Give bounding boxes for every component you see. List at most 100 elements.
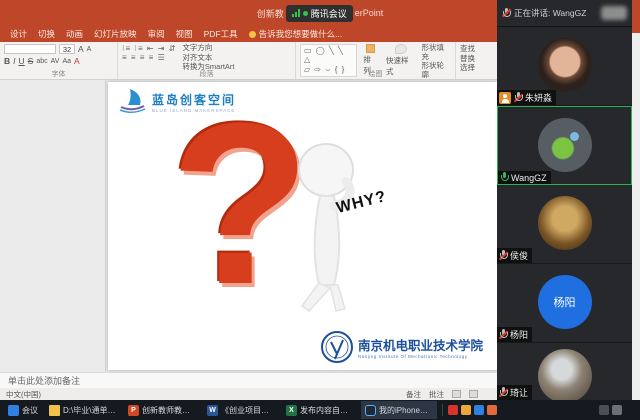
bold-button[interactable]: B: [4, 56, 10, 66]
tray-icon-amber[interactable]: [487, 405, 497, 415]
clear-formatting-button[interactable]: abc: [36, 58, 47, 65]
taskbar-item-label: 《创业项目计...: [221, 405, 275, 416]
change-case-button[interactable]: Aa: [62, 58, 71, 65]
tray-icon-orange[interactable]: [461, 405, 471, 415]
taskbar-divider: [442, 404, 443, 416]
tab-design[interactable]: 设计: [10, 28, 27, 40]
meeting-app-icon: [8, 405, 19, 416]
speaking-status-text: 正在讲话: WangGZ: [514, 7, 586, 19]
tray-icon-dim[interactable]: [612, 405, 622, 415]
tray-icon-red[interactable]: [448, 405, 458, 415]
blurred-controls: [601, 6, 627, 20]
window-right-scrollbar[interactable]: [632, 0, 640, 400]
lightbulb-icon: [249, 31, 256, 38]
school-name: 南京机电职业技术学院: [358, 335, 483, 354]
taskbar-item-powerpoint[interactable]: P 创新教师教师...: [124, 401, 200, 419]
italic-button[interactable]: I: [13, 56, 15, 66]
tab-pdf-tools[interactable]: PDF工具: [204, 28, 238, 40]
participant-name: 侯俊: [510, 249, 528, 262]
participant-tile[interactable]: 侯俊: [497, 185, 632, 264]
tab-transitions[interactable]: 切换: [38, 28, 55, 40]
muted-mic-icon: [499, 250, 507, 261]
participant-tile[interactable]: 琦让: [497, 343, 632, 400]
muted-mic-icon: [499, 387, 507, 398]
taskbar-item-word[interactable]: W 《创业项目计...: [203, 401, 279, 419]
shapes-row1-icons: ▭ ◯ ╲ ╲ △: [304, 46, 353, 64]
iphone-icon: [365, 405, 376, 416]
tencent-meeting-floating-widget[interactable]: 腾讯会议: [286, 5, 353, 22]
speaking-mic-icon: [500, 172, 508, 183]
slide-thumbnail-pane[interactable]: [0, 80, 106, 372]
taskbar-item-meeting[interactable]: 会议: [4, 401, 42, 419]
host-badge-icon: [499, 92, 511, 104]
tray-far-right: [599, 405, 622, 415]
tell-me-box[interactable]: 告诉我您想要做什么...: [249, 28, 343, 40]
powerpoint-icon: P: [128, 405, 139, 416]
participant-tile[interactable]: 朱妍淼: [497, 27, 632, 106]
taskbar-item-label: D:\毕业\通单组...: [63, 405, 117, 416]
signal-bars-icon: [292, 9, 300, 17]
blue-island-sail-icon: [118, 88, 148, 116]
language-indicator[interactable]: 中文(中国): [6, 389, 41, 400]
taskbar-item-folder[interactable]: D:\毕业\通单组...: [45, 401, 121, 419]
taskbar-item-label: 发布内容自查...: [300, 405, 354, 416]
tab-slideshow[interactable]: 幻灯片放映: [94, 28, 137, 40]
windows-taskbar: 会议 D:\毕业\通单组... P 创新教师教师... W 《创业项目计... …: [0, 400, 640, 420]
notes-toggle-button[interactable]: 备注: [406, 389, 421, 400]
tray-icon-blue[interactable]: [474, 405, 484, 415]
meeting-widget-label: 腾讯会议: [311, 7, 347, 20]
thinking-figure-graphic: [276, 140, 371, 315]
drawing-group: ▭ ◯ ╲ ╲ △ ▱ ⇨ ⌣ { } 排列 快速样式 形状填充 形状轮廓: [296, 42, 456, 79]
word-icon: W: [207, 405, 218, 416]
tab-animations[interactable]: 动画: [66, 28, 83, 40]
alignment-icons[interactable]: ≡ ≡ ≡ ≡ ☰: [122, 53, 166, 62]
font-size-combo[interactable]: 32: [59, 44, 75, 54]
text-direction-button[interactable]: 文字方向: [182, 44, 234, 53]
taskbar-item-excel[interactable]: X 发布内容自查...: [282, 401, 358, 419]
font-group: 32 A A B I U S abc AV Aa A 字体: [0, 42, 118, 79]
font-color-button[interactable]: A: [74, 56, 80, 66]
mic-active-dot-icon: [303, 11, 308, 16]
folder-icon: [49, 405, 60, 416]
comments-toggle-button[interactable]: 批注: [429, 389, 444, 400]
normal-view-icon[interactable]: [452, 390, 461, 398]
slide-sorter-view-icon[interactable]: [469, 390, 478, 398]
participant-tile[interactable]: 杨阳 杨阳: [497, 264, 632, 343]
muted-mic-icon[interactable]: [502, 8, 510, 19]
strikethrough-button[interactable]: S: [28, 56, 34, 66]
tab-review[interactable]: 审阅: [148, 28, 165, 40]
avatar: [538, 118, 592, 172]
avatar-initials: 杨阳: [538, 275, 592, 329]
bullets-numbering-icons[interactable]: ⁝≡ ⁝≡ ⇤ ⇥ ⇵: [122, 44, 176, 53]
speaking-status-bar: 正在讲话: WangGZ: [497, 0, 632, 27]
paragraph-group-label: 段落: [118, 69, 295, 79]
shape-fill-button[interactable]: 形状填充: [422, 44, 451, 61]
slide-canvas[interactable]: 蓝岛创客空间 BLUE ISLAND MAKERSPACE ? WHY?: [108, 82, 497, 370]
participant-name-label: 杨阳: [497, 327, 532, 342]
drawing-group-label: 绘图: [296, 69, 455, 79]
align-text-button[interactable]: 对齐文本: [182, 54, 234, 63]
participant-name-label: 琦让: [497, 385, 532, 400]
shrink-font-button[interactable]: A: [87, 46, 92, 53]
character-spacing-button[interactable]: AV: [51, 58, 60, 65]
taskbar-item-iphone[interactable]: 我的iPhone等...: [361, 401, 437, 419]
taskbar-item-label: 我的iPhone等...: [379, 405, 433, 416]
tab-view[interactable]: 视图: [176, 28, 193, 40]
font-group-label: 字体: [0, 69, 117, 79]
paragraph-group: ⁝≡ ⁝≡ ⇤ ⇥ ⇵ ≡ ≡ ≡ ≡ ☰ 文字方向 对齐文本 转换为Smart…: [118, 42, 296, 79]
participant-name: 朱妍淼: [525, 91, 552, 104]
participant-name-label: 朱妍淼: [497, 90, 556, 105]
participant-name-label: 侯俊: [497, 248, 532, 263]
school-logo: 南京机电职业技术学院 Nanjing Institute Of Mechatro…: [320, 330, 483, 364]
participant-tile-speaking[interactable]: WangGZ: [497, 106, 632, 185]
school-seal-icon: [320, 330, 354, 364]
window-title-left: 创新教: [257, 7, 284, 20]
grow-font-button[interactable]: A: [78, 44, 84, 54]
muted-mic-icon: [514, 92, 522, 103]
participant-name-label: WangGZ: [498, 171, 551, 184]
participant-name: 杨阳: [510, 328, 528, 341]
tray-icon-dim[interactable]: [599, 405, 609, 415]
system-tray: [448, 405, 497, 415]
underline-button[interactable]: U: [19, 56, 25, 66]
font-name-combo[interactable]: [4, 44, 56, 54]
